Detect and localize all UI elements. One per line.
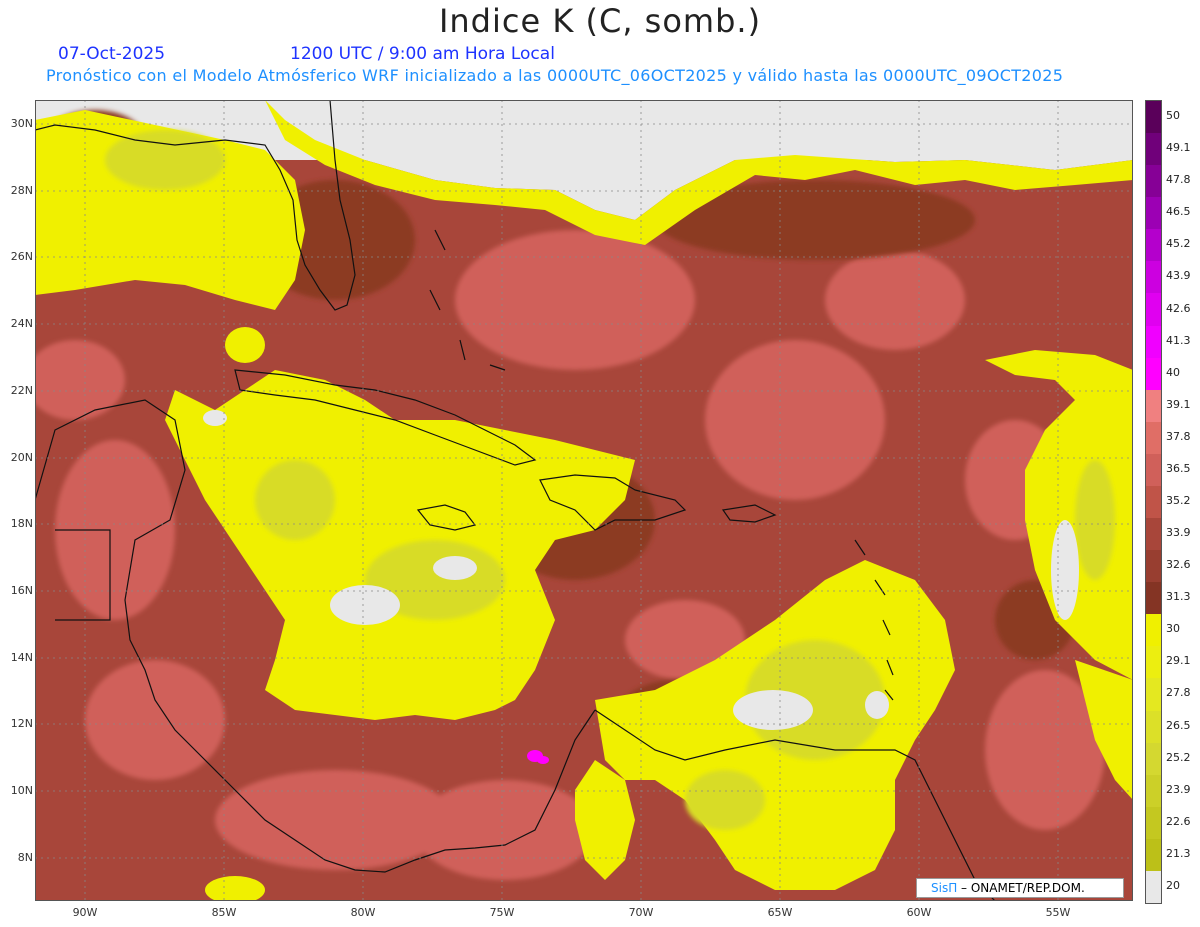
sispi-logo: SisΠ bbox=[931, 881, 958, 895]
colorbar-swatch bbox=[1146, 197, 1161, 230]
colorbar-swatch bbox=[1146, 518, 1161, 551]
lat-label: 24N bbox=[10, 317, 33, 330]
colorbar-label: 21.3 bbox=[1166, 846, 1191, 860]
colorbar-label: 30 bbox=[1166, 622, 1180, 636]
colorbar-swatch bbox=[1146, 453, 1161, 487]
colorbar-swatch bbox=[1146, 614, 1161, 647]
lat-label: 18N bbox=[10, 517, 33, 530]
lat-label: 26N bbox=[10, 250, 33, 263]
colorbar-label: 33.9 bbox=[1166, 526, 1191, 540]
colorbar-label: 36.5 bbox=[1166, 461, 1191, 475]
colorbar-swatch bbox=[1146, 582, 1161, 615]
colorbar-label: 49.1 bbox=[1166, 141, 1191, 155]
colorbar-swatch bbox=[1146, 774, 1161, 808]
credit-text: – ONAMET/REP.DOM. bbox=[957, 881, 1085, 895]
colorbar-swatch bbox=[1146, 838, 1161, 872]
colorbar-label: 45.2 bbox=[1166, 237, 1191, 251]
colorbar-label: 32.6 bbox=[1166, 558, 1191, 572]
colorbar-swatch bbox=[1146, 870, 1161, 904]
colorbar-label: 20 bbox=[1166, 878, 1180, 892]
colorbar-label: 23.9 bbox=[1166, 782, 1191, 796]
colorbar-swatch bbox=[1146, 101, 1161, 134]
colorbar-label: 43.9 bbox=[1166, 269, 1191, 283]
colorbar-swatch bbox=[1146, 742, 1161, 776]
colorbar-swatch bbox=[1146, 133, 1161, 166]
lat-label: 28N bbox=[10, 184, 33, 197]
lon-label: 75W bbox=[489, 906, 515, 919]
lon-label: 90W bbox=[72, 906, 98, 919]
colorbar-label: 25.2 bbox=[1166, 750, 1191, 764]
colorbar-swatch bbox=[1146, 678, 1161, 712]
colorbar-swatch bbox=[1146, 165, 1161, 198]
colorbar-label: 46.5 bbox=[1166, 205, 1191, 219]
lat-label: 16N bbox=[10, 584, 33, 597]
colorbar-label: 41.3 bbox=[1166, 333, 1191, 347]
colorbar-label: 50 bbox=[1166, 109, 1180, 123]
colorbar-label: 27.8 bbox=[1166, 686, 1191, 700]
lat-label: 30N bbox=[10, 117, 33, 130]
colorbar-swatch bbox=[1146, 357, 1161, 391]
forecast-description: Pronóstico con el Modelo Atmósferico WRF… bbox=[46, 66, 1064, 85]
lat-label: 8N bbox=[17, 851, 33, 864]
colorbar-swatch bbox=[1146, 229, 1161, 262]
forecast-time: 1200 UTC / 9:00 am Hora Local bbox=[290, 44, 555, 64]
colorbar-swatch bbox=[1146, 293, 1161, 327]
colorbar-swatch bbox=[1146, 485, 1161, 519]
lat-label: 12N bbox=[10, 717, 33, 730]
colorbar-label: 29.1 bbox=[1166, 654, 1191, 668]
lon-label: 65W bbox=[767, 906, 793, 919]
colorbar-swatch bbox=[1146, 550, 1161, 583]
lon-label: 55W bbox=[1045, 906, 1071, 919]
colorbar-label: 42.6 bbox=[1166, 301, 1191, 315]
lat-label: 20N bbox=[10, 451, 33, 464]
colorbar-label: 35.2 bbox=[1166, 494, 1191, 507]
colorbar-label: 31.3 bbox=[1166, 590, 1191, 604]
colorbar-swatch bbox=[1146, 421, 1161, 455]
credit-box: SisΠ – ONAMET/REP.DOM. bbox=[916, 878, 1124, 898]
colorbar-swatch bbox=[1146, 389, 1161, 423]
lat-label: 22N bbox=[10, 384, 33, 397]
colorbar-label: 39.1 bbox=[1166, 397, 1191, 411]
colorbar bbox=[1145, 100, 1162, 904]
colorbar-swatch bbox=[1146, 646, 1161, 679]
forecast-date: 07-Oct-2025 bbox=[58, 44, 166, 64]
colorbar-label: 37.8 bbox=[1166, 429, 1191, 443]
colorbar-label: 47.8 bbox=[1166, 173, 1191, 187]
colorbar-swatch bbox=[1146, 710, 1161, 744]
colorbar-label: 22.6 bbox=[1166, 814, 1191, 828]
lon-label: 85W bbox=[211, 906, 237, 919]
lat-label: 10N bbox=[10, 784, 33, 797]
map-title: Indice K (C, somb.) bbox=[438, 2, 762, 40]
lat-label: 14N bbox=[10, 651, 33, 664]
colorbar-swatch bbox=[1146, 261, 1161, 294]
map-canvas bbox=[35, 100, 1133, 901]
lon-label: 80W bbox=[350, 906, 376, 919]
colorbar-label: 40 bbox=[1166, 365, 1180, 379]
lon-label: 70W bbox=[628, 906, 654, 919]
colorbar-swatch bbox=[1146, 806, 1161, 840]
k-index-map bbox=[35, 100, 1133, 901]
colorbar-swatch bbox=[1146, 325, 1161, 359]
colorbar-label: 26.5 bbox=[1166, 718, 1191, 732]
lon-label: 60W bbox=[906, 906, 932, 919]
